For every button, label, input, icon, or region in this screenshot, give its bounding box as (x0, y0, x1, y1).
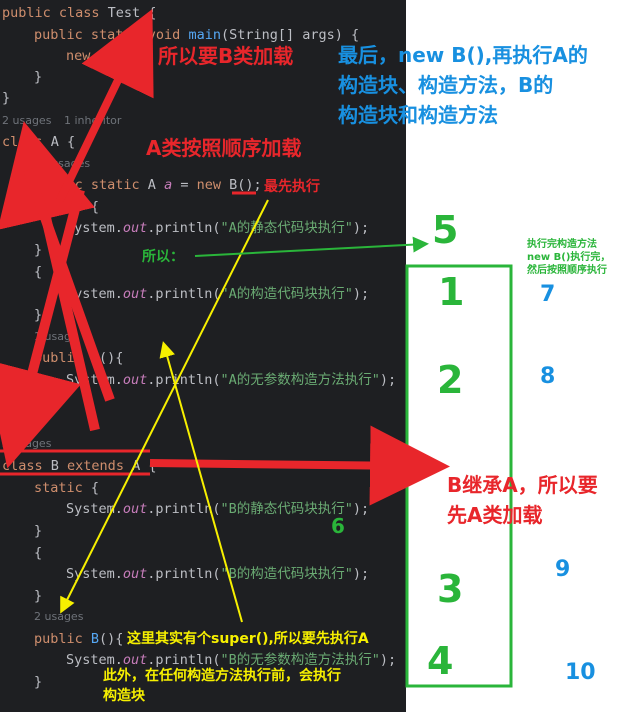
order-number-9: 9 (555, 557, 571, 582)
annotation-load-a-order: A类按照顺序加载 (146, 136, 302, 160)
order-number-7: 7 (540, 282, 556, 307)
arrow-red (149, 425, 450, 506)
arrow-red (23, 168, 115, 402)
annotation-load-b: 所以要B类加载 (158, 44, 294, 68)
order-number-2: 2 (437, 358, 464, 402)
annotation-before-ctor: 此外，在任何构造方法执行前，会执行 构造块 (103, 668, 341, 704)
order-number-10: 10 (565, 660, 596, 685)
annotation-b-extends-a: B继承A，所以要 先A类加载 (447, 473, 598, 527)
order-number-8: 8 (540, 364, 556, 389)
order-number-3: 3 (437, 567, 464, 611)
arrow-red (56, 8, 154, 202)
annotation-after-ctor: 执行完构造方法 new B()执行完， 然后按照顺序执行 (527, 239, 611, 276)
order-number-5: 5 (432, 208, 459, 252)
order-number-1: 1 (438, 270, 465, 314)
order-number-4: 4 (427, 639, 454, 683)
annotation-so: 所以： (142, 249, 184, 265)
order-number-6: 6 (331, 514, 345, 538)
annotation-first-exec: 最先执行 (264, 179, 320, 195)
annotation-super: 这里其实有个super(),所以要先执行A (127, 631, 369, 647)
arrow-green (194, 236, 429, 257)
annotation-last: 最后，new B(),再执行A的 构造块、构造方法，B的 构造块和构造方法 (338, 43, 588, 127)
arrow-yellow (159, 341, 243, 623)
